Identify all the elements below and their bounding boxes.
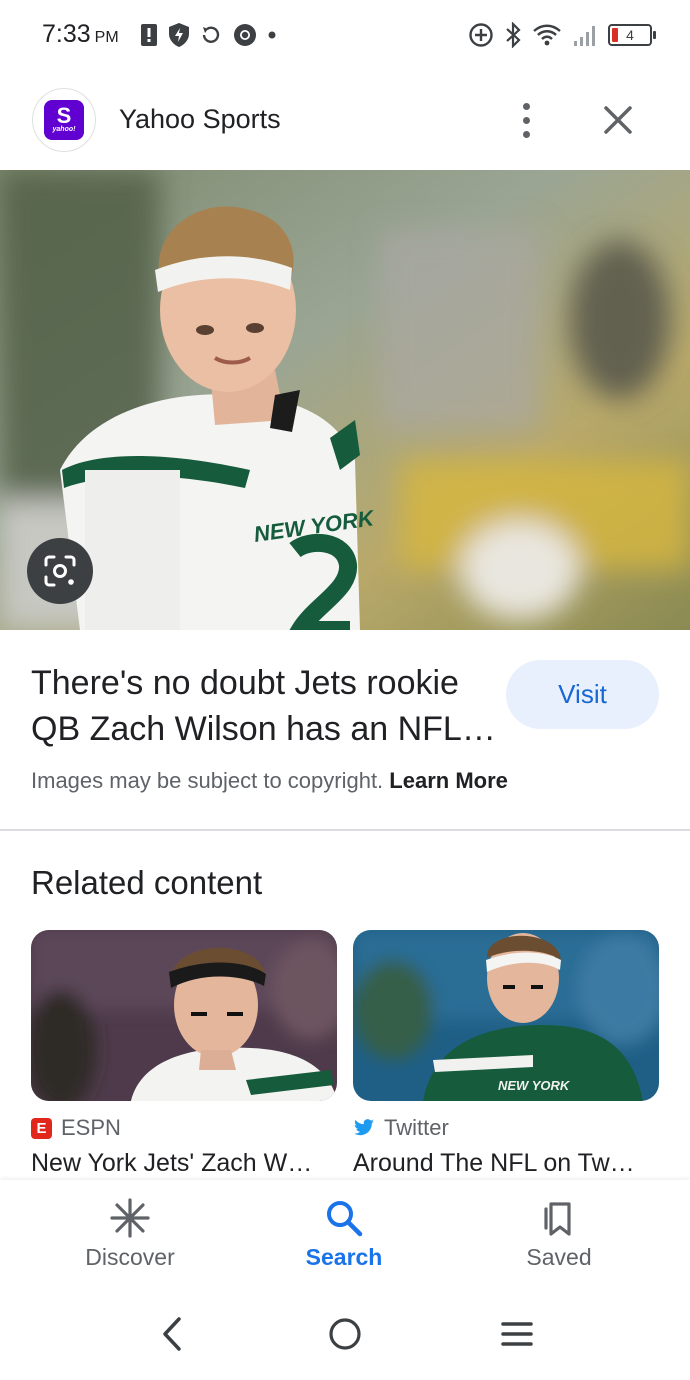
- more-dot: [522, 116, 530, 124]
- result-image[interactable]: NEW YORK: [0, 170, 690, 630]
- google-lens-button[interactable]: [27, 538, 93, 604]
- divider: [0, 829, 690, 831]
- card-headline[interactable]: Around The NFL on Tw…: [353, 1149, 659, 1178]
- alert-icon: [141, 24, 157, 46]
- related-card-espn[interactable]: E ESPN New York Jets' Zach W…: [31, 930, 337, 1178]
- nav-saved[interactable]: Saved: [479, 1198, 639, 1271]
- logo-word: yahoo!: [52, 126, 76, 133]
- learn-more-link[interactable]: Learn More: [389, 768, 508, 793]
- related-card-twitter[interactable]: NEW YORK Twitter Around The NFL on Tw…: [353, 930, 659, 1178]
- system-navigation-bar: [0, 1290, 690, 1380]
- lens-icon: [44, 555, 76, 587]
- site-name: Yahoo Sports: [119, 104, 281, 134]
- more-options-button[interactable]: [506, 98, 546, 142]
- card-source: E ESPN: [31, 1115, 337, 1141]
- nav-discover[interactable]: Discover: [50, 1198, 210, 1271]
- player-thumbnail-photo: NEW YORK: [353, 930, 659, 1101]
- football-player-photo: NEW YORK: [0, 170, 690, 630]
- asterisk-icon: [110, 1198, 150, 1238]
- bookmarks-icon: [544, 1202, 571, 1236]
- chrome-icon: [234, 24, 256, 46]
- card-headline[interactable]: New York Jets' Zach W…: [31, 1149, 337, 1178]
- status-ampm: PM: [94, 29, 119, 46]
- visit-button[interactable]: Visit: [506, 660, 659, 729]
- source-header: S yahoo! Yahoo Sports: [0, 84, 690, 170]
- bluetooth-icon: [506, 22, 521, 48]
- more-dot: [522, 130, 530, 138]
- shield-icon: [169, 23, 189, 47]
- battery-icon: 4: [608, 24, 656, 46]
- bottom-navigation: Discover Search Saved: [0, 1180, 690, 1290]
- signal-icon: [574, 26, 595, 46]
- yahoo-sports-logo-icon: S yahoo!: [44, 100, 84, 140]
- card-source-name: Twitter: [384, 1115, 449, 1140]
- twitter-bird-icon: [354, 1119, 374, 1136]
- status-time: 7:33 PM: [42, 20, 119, 49]
- system-status-icons: 4: [468, 22, 656, 48]
- search-icon: [327, 1201, 363, 1237]
- copyright-text: Images may be subject to copyright.: [31, 768, 384, 793]
- nav-saved-label: Saved: [526, 1244, 592, 1270]
- home-icon[interactable]: [327, 1316, 363, 1352]
- status-bar: 7:33 PM 4: [0, 0, 690, 72]
- nav-search-label: Search: [305, 1244, 383, 1270]
- nav-search[interactable]: Search: [264, 1198, 424, 1271]
- wifi-icon: [533, 24, 561, 46]
- espn-icon: E: [31, 1117, 52, 1139]
- card-source: Twitter: [353, 1115, 659, 1141]
- logo-letter: S: [56, 103, 72, 128]
- related-thumbnail[interactable]: NEW YORK: [353, 930, 659, 1101]
- close-button[interactable]: [598, 100, 638, 140]
- data-saver-icon: [469, 23, 493, 47]
- dot-icon: [268, 31, 276, 39]
- notification-icons: [140, 22, 276, 48]
- status-time-value: 7:33: [42, 20, 91, 48]
- copyright-notice: Images may be subject to copyright. Lear…: [31, 768, 508, 794]
- nav-discover-label: Discover: [85, 1244, 175, 1270]
- menu-icon[interactable]: [500, 1318, 534, 1350]
- more-dot: [522, 102, 530, 110]
- result-title[interactable]: There's no doubt Jets rookie QB Zach Wil…: [31, 660, 501, 752]
- card-source-name: ESPN: [61, 1115, 121, 1140]
- back-icon[interactable]: [157, 1316, 187, 1352]
- sync-icon: [202, 26, 220, 43]
- player-thumbnail-photo: [31, 930, 337, 1101]
- related-thumbnail[interactable]: [31, 930, 337, 1101]
- site-logo: S yahoo!: [32, 88, 96, 152]
- svg-text:NEW YORK: NEW YORK: [498, 1078, 571, 1093]
- battery-level: 4: [626, 27, 634, 43]
- related-content-heading: Related content: [31, 864, 263, 901]
